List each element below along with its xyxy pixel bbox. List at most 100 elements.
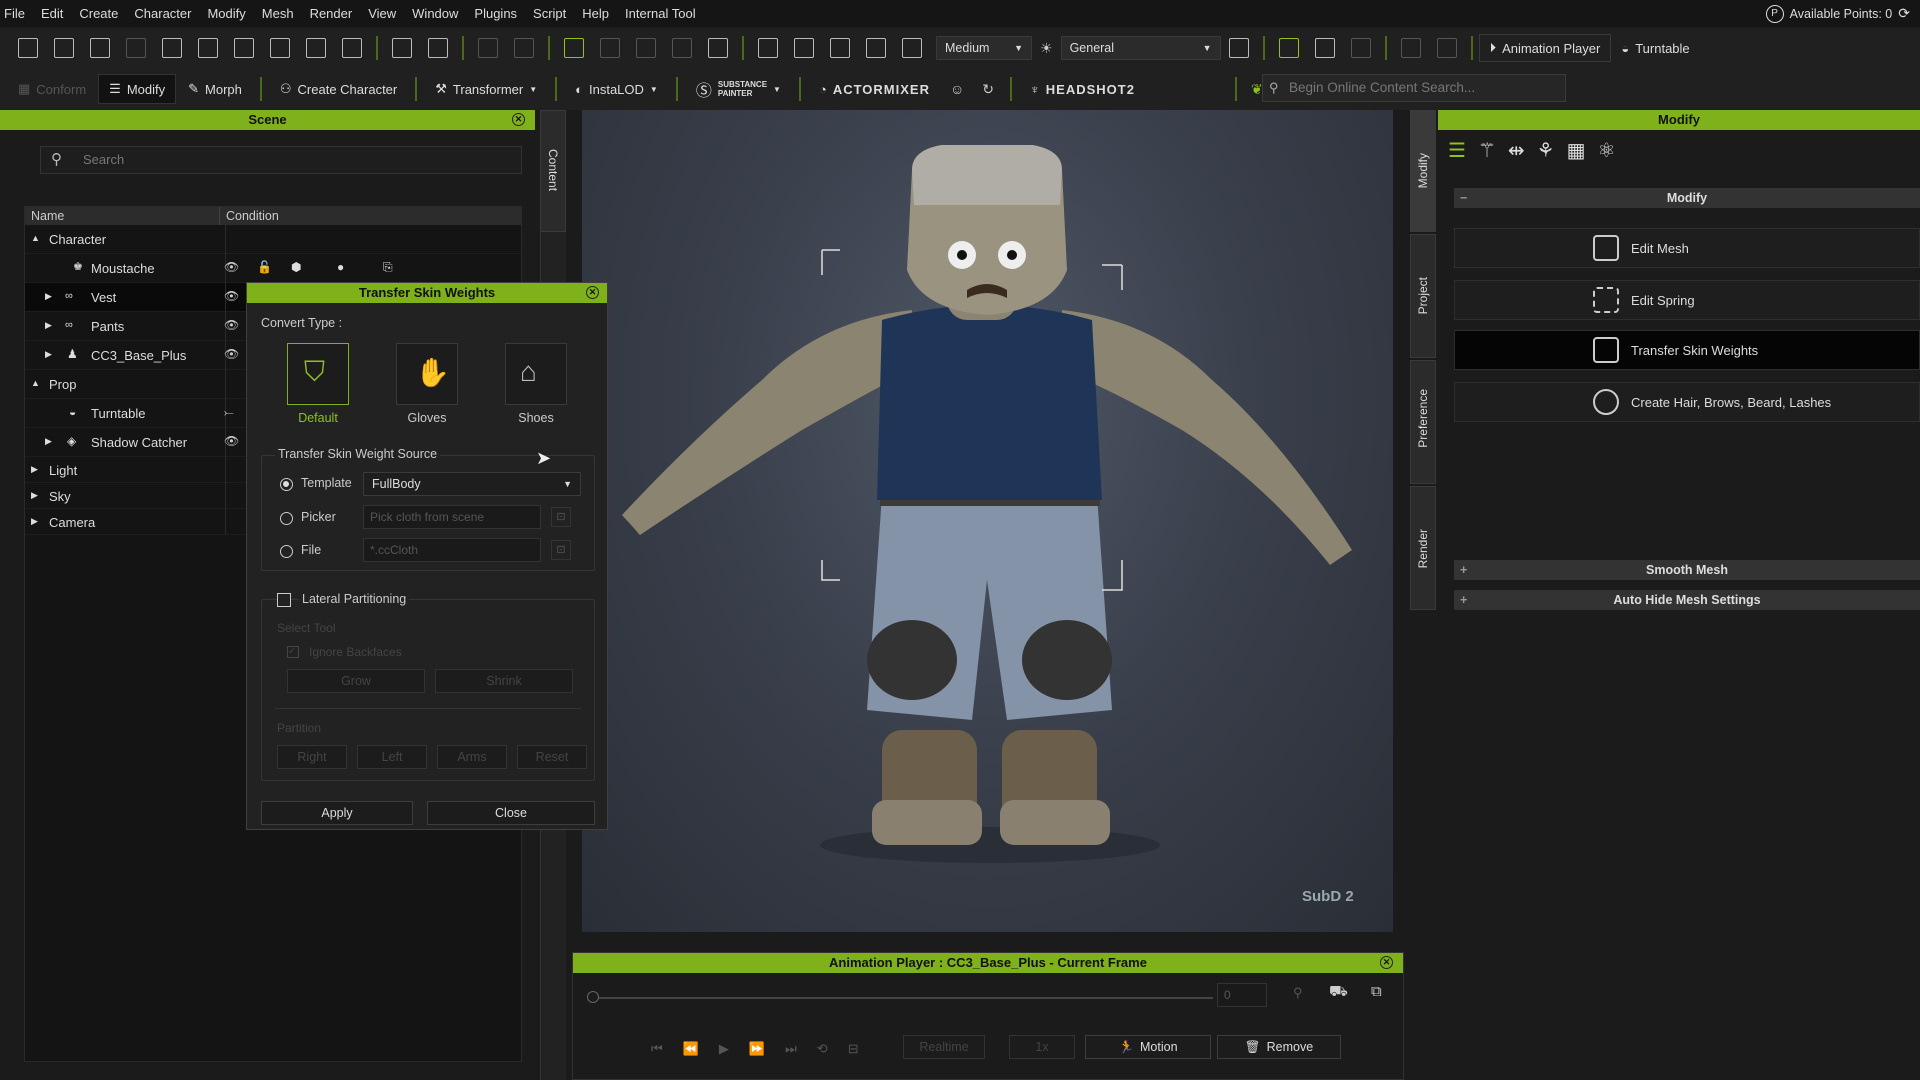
convert-default-button[interactable]: ⛉ (287, 343, 349, 405)
close-button[interactable]: Close (427, 801, 595, 825)
smooth-mesh-section[interactable]: + Smooth Mesh (1454, 560, 1920, 580)
close-icon[interactable]: ✕ (1380, 956, 1393, 969)
menu-file[interactable]: File (0, 0, 33, 27)
modify-section-header[interactable]: − Modify (1454, 188, 1920, 208)
modify-button[interactable]: ☰ Modify (98, 74, 177, 104)
skip-start-icon[interactable]: ⏮ (651, 1041, 663, 1057)
pose-icon[interactable] (428, 38, 448, 58)
convert-gloves-button[interactable]: ✋ (396, 343, 458, 405)
tab-modify[interactable]: Modify (1410, 110, 1436, 232)
remove-button[interactable]: 🗑 Remove (1217, 1035, 1341, 1059)
menu-modify[interactable]: Modify (199, 0, 253, 27)
transformer-button[interactable]: ⚒ Transformer ▼ (425, 74, 547, 104)
menu-view[interactable]: View (360, 0, 404, 27)
expand-arrow-icon[interactable]: ▶ (45, 291, 52, 302)
step-forward-icon[interactable]: ⏩ (749, 1041, 765, 1057)
export-fbx-icon[interactable] (234, 38, 254, 58)
preset-dropdown[interactable]: General ▼ (1060, 36, 1221, 60)
face-scan-icon[interactable]: ☺ (950, 81, 964, 97)
menu-character[interactable]: Character (126, 0, 199, 27)
tab-render[interactable]: Render (1410, 486, 1436, 610)
physics-icon[interactable] (1314, 38, 1335, 58)
menu-render[interactable]: Render (302, 0, 361, 27)
expand-arrow-icon[interactable]: ▶ (45, 436, 52, 447)
tree-row-moustache[interactable]: ♚ Moustache 👁 🔓 ⬢ ● ⎘ (25, 254, 521, 283)
conform-button[interactable]: ▦ Conform (8, 74, 96, 104)
link-icon[interactable]: ⎘ (383, 260, 393, 275)
keyframe-icon[interactable]: ⚲ (1293, 985, 1303, 1001)
menu-plugins[interactable]: Plugins (466, 0, 525, 27)
eye-icon[interactable]: 👁 (224, 260, 239, 274)
material-checker-icon[interactable]: ▦ (1567, 138, 1586, 163)
instalod-button[interactable]: ◐ InstaLOD ▼ (565, 74, 668, 104)
menu-edit[interactable]: Edit (33, 0, 71, 27)
convert-shoes-button[interactable]: ⌂ (505, 343, 567, 405)
create-character-button[interactable]: ⚇ Create Character (270, 74, 407, 104)
reset-button[interactable]: Reset (517, 745, 587, 769)
menu-mesh[interactable]: Mesh (254, 0, 302, 27)
export-obj-icon[interactable] (198, 38, 218, 58)
picker-radio[interactable] (280, 512, 293, 525)
left-button[interactable]: Left (357, 745, 427, 769)
import-icon[interactable] (162, 38, 182, 58)
move-icon[interactable] (600, 38, 620, 58)
eye-icon[interactable]: 👁 (224, 289, 239, 303)
timeline-slider[interactable] (587, 991, 1213, 1003)
picker-field[interactable]: Pick cloth from scene (363, 505, 541, 529)
template-dropdown[interactable]: FullBody ▼ (363, 472, 581, 496)
atom-icon[interactable]: ⚛ (1597, 138, 1615, 163)
ignore-backfaces-checkbox[interactable]: ✓ (287, 646, 299, 658)
sun-icon[interactable]: ☀ (1040, 40, 1053, 57)
grow-button[interactable]: Grow (287, 669, 425, 693)
close-icon[interactable]: ✕ (586, 286, 599, 299)
speed-dropdown[interactable]: 1x (1009, 1035, 1075, 1059)
export-usd-icon[interactable] (270, 38, 290, 58)
menu-window[interactable]: Window (404, 0, 466, 27)
column-name[interactable]: Name (25, 207, 220, 225)
brush-icon[interactable] (1400, 38, 1421, 58)
window-icon[interactable]: ⧉ (1371, 983, 1382, 1000)
morph-icon[interactable]: ⚘ (1537, 138, 1555, 163)
camera-icon[interactable]: ⛟ (1329, 983, 1348, 1002)
eye-icon[interactable]: 👁 (224, 434, 239, 448)
transfer-skin-weights-button[interactable]: Transfer Skin Weights (1454, 330, 1920, 370)
flag-icon[interactable] (1436, 38, 1457, 58)
shrink-button[interactable]: Shrink (435, 669, 573, 693)
sliders-icon[interactable]: ☰ (1448, 138, 1466, 163)
eye-icon[interactable]: 👁 (224, 347, 239, 361)
drop-icon[interactable] (708, 38, 728, 58)
animation-player-button[interactable]: ⏵ Animation Player (1478, 34, 1612, 62)
scale-icon[interactable] (672, 38, 692, 58)
skip-end-icon[interactable]: ⏭ (785, 1041, 797, 1057)
layout-icon[interactable] (1228, 38, 1249, 58)
file-field[interactable]: *.ccCloth (363, 538, 541, 562)
close-icon[interactable]: ✕ (512, 113, 525, 126)
menu-internal-tool[interactable]: Internal Tool (617, 0, 704, 27)
material-icon[interactable]: ⬢ (291, 260, 301, 274)
display-mode-icon[interactable] (902, 38, 922, 58)
export-icon[interactable] (306, 38, 326, 58)
turntable-button[interactable]: ◒ Turntable (1611, 33, 1699, 63)
edit-mesh-button[interactable]: Edit Mesh (1454, 228, 1920, 268)
column-condition[interactable]: Condition (220, 207, 279, 225)
online-content-search[interactable]: ⚲ Begin Online Content Search... (1262, 74, 1566, 102)
actormixer-button[interactable]: ◔ ACTORMIXER (809, 74, 940, 104)
frame-field[interactable]: 0 (1217, 983, 1267, 1007)
pick-icon[interactable]: ⊡ (551, 507, 571, 527)
fit-icon[interactable] (794, 38, 814, 58)
new-file-icon[interactable] (18, 38, 38, 58)
redo-icon[interactable] (514, 38, 534, 58)
shading-icon[interactable]: ● (337, 260, 344, 274)
select-arrow-icon[interactable] (564, 38, 584, 58)
transform-icon[interactable]: ⇹ (1508, 138, 1525, 163)
play-icon[interactable]: ▶ (719, 1041, 729, 1057)
collapse-arrow-icon[interactable]: ▲ (31, 378, 40, 388)
loop-icon[interactable]: ⟲ (817, 1041, 828, 1057)
record-icon[interactable]: ⊟ (848, 1041, 859, 1057)
rotate-icon[interactable] (636, 38, 656, 58)
content-side-tab[interactable]: Content (540, 110, 566, 232)
face-refresh-icon[interactable]: ↻ (982, 81, 994, 98)
smart-search-icon[interactable] (392, 38, 412, 58)
link-icon[interactable]: ⤚ (224, 405, 234, 420)
fullscreen-icon[interactable] (866, 38, 886, 58)
